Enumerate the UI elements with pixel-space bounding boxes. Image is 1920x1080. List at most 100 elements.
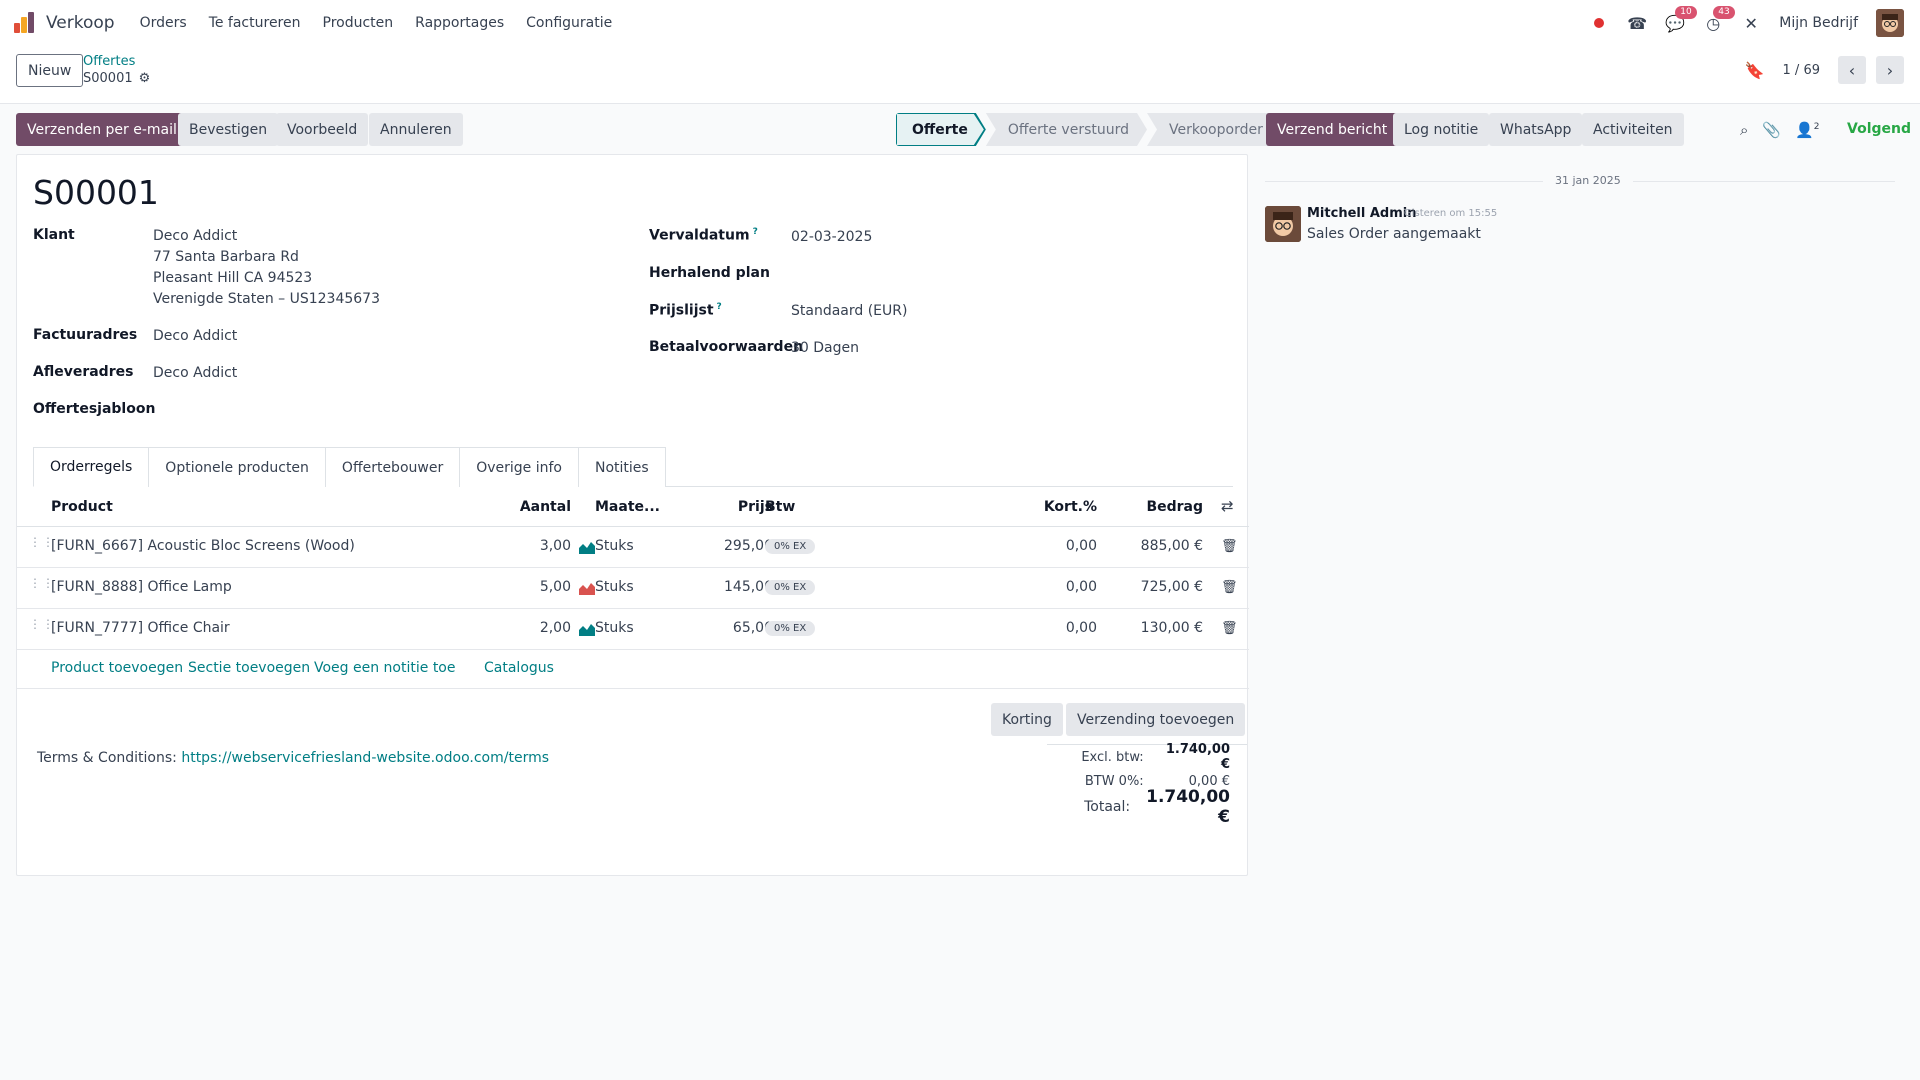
tab-order-lines[interactable]: Orderregels xyxy=(33,447,150,487)
breadcrumb-parent[interactable]: Offertes xyxy=(83,54,135,69)
optional-columns-icon[interactable]: ⇄ xyxy=(1221,497,1234,515)
add-section-link[interactable]: Sectie toevoegen xyxy=(188,660,310,676)
col-quantity[interactable]: Aantal xyxy=(511,499,571,515)
cancel-button[interactable]: Annuleren xyxy=(369,113,463,146)
line-discount[interactable]: 0,00 xyxy=(1017,579,1097,595)
followers-icon[interactable]: 👤2 xyxy=(1795,121,1819,139)
col-product[interactable]: Product xyxy=(51,499,113,515)
activities-button[interactable]: Activiteiten xyxy=(1582,113,1684,146)
paperclip-icon[interactable]: 📎 xyxy=(1762,121,1781,139)
col-tax[interactable]: Btw xyxy=(765,499,795,515)
col-discount[interactable]: Kort.% xyxy=(1017,499,1097,515)
chevron-left-icon: ‹ xyxy=(1848,60,1856,80)
line-tax-badge[interactable]: 0% EX xyxy=(765,580,816,595)
menu-configuration[interactable]: Configuratie xyxy=(526,15,612,31)
app-logo-icon[interactable] xyxy=(14,11,38,35)
whatsapp-button[interactable]: WhatsApp xyxy=(1489,113,1583,146)
status-bar: Offerte Offerte verstuurd Verkooporder xyxy=(896,113,1285,146)
tab-quote-builder[interactable]: Offertebouwer xyxy=(324,447,461,487)
invoice-address-field[interactable]: Deco Addict xyxy=(153,328,237,344)
table-row[interactable]: ⋮⋮ [FURN_7777] Office Chair 2,00 Stuks 65,00… xyxy=(17,609,1249,650)
forecast-chart-icon[interactable] xyxy=(579,540,595,558)
add-note-link[interactable]: Voeg een notitie toe xyxy=(314,660,455,676)
add-product-link[interactable]: Product toevoegen xyxy=(51,660,183,676)
line-uom[interactable]: Stuks xyxy=(595,620,634,636)
log-note-button[interactable]: Log notitie xyxy=(1393,113,1490,146)
col-uom[interactable]: Maate... xyxy=(595,499,660,515)
confirm-button[interactable]: Bevestigen xyxy=(178,113,279,146)
activity-clock-icon[interactable]: ◷ 43 xyxy=(1703,6,1735,33)
col-amount[interactable]: Bedrag xyxy=(1107,499,1203,515)
line-tax-badge[interactable]: 0% EX xyxy=(765,621,816,636)
preview-button[interactable]: Voorbeeld xyxy=(276,113,369,146)
delivery-address-label: Afleveradres xyxy=(33,364,134,380)
drag-handle-icon[interactable]: ⋮⋮ xyxy=(29,536,54,554)
tab-optional-products[interactable]: Optionele producten xyxy=(148,447,326,487)
catalog-link[interactable]: Catalogus xyxy=(484,660,554,676)
expiry-field[interactable]: 02-03-2025 xyxy=(791,229,872,245)
pricelist-field[interactable]: Standaard (EUR) xyxy=(791,303,907,319)
add-shipping-button[interactable]: Verzending toevoegen xyxy=(1066,703,1246,736)
order-name: S00001 xyxy=(33,173,159,212)
table-row[interactable]: ⋮⋮ [FURN_8888] Office Lamp 5,00 Stuks 145,00… xyxy=(17,568,1249,609)
line-quantity[interactable]: 3,00 xyxy=(511,538,571,554)
chat-icon[interactable]: 💬 10 xyxy=(1665,6,1697,33)
line-uom[interactable]: Stuks xyxy=(595,538,634,554)
table-row[interactable]: ⋮⋮ [FURN_6667] Acoustic Bloc Screens (Woo… xyxy=(17,527,1249,568)
message-author-avatar[interactable] xyxy=(1265,206,1301,242)
new-button[interactable]: Nieuw xyxy=(16,54,84,87)
trash-icon[interactable]: 🗑 xyxy=(1221,539,1238,554)
tab-other-info[interactable]: Overige info xyxy=(459,447,579,487)
help-icon[interactable]: ? xyxy=(717,302,722,312)
gear-icon[interactable]: ⚙ xyxy=(139,71,151,86)
line-quantity[interactable]: 5,00 xyxy=(511,579,571,595)
user-avatar[interactable] xyxy=(1876,9,1904,37)
help-icon[interactable]: ? xyxy=(753,227,758,237)
pager-value[interactable]: 1 / 69 xyxy=(1783,63,1820,78)
line-product[interactable]: [FURN_6667] Acoustic Bloc Screens (Wood) xyxy=(51,538,355,554)
tools-icon[interactable]: ✕ xyxy=(1741,13,1761,33)
line-price[interactable]: 65,00 xyxy=(697,620,773,636)
menu-products[interactable]: Producten xyxy=(323,15,394,31)
tab-notes[interactable]: Notities xyxy=(577,447,666,487)
delivery-address-field[interactable]: Deco Addict xyxy=(153,365,237,381)
terms-link[interactable]: https://webservicefriesland-website.odoo… xyxy=(181,750,549,766)
customer-name[interactable]: Deco Addict xyxy=(153,228,237,244)
search-icon[interactable]: ⌕ xyxy=(1740,121,1748,139)
phone-icon[interactable]: ☎ xyxy=(1627,13,1647,33)
line-discount[interactable]: 0,00 xyxy=(1017,620,1097,636)
line-product[interactable]: [FURN_7777] Office Chair xyxy=(51,620,230,636)
follow-button[interactable]: Volgend xyxy=(1847,121,1911,137)
bookmark-icon[interactable]: 🔖 xyxy=(1745,61,1765,80)
forecast-chart-icon[interactable] xyxy=(579,622,595,640)
line-uom[interactable]: Stuks xyxy=(595,579,634,595)
trash-icon[interactable]: 🗑 xyxy=(1221,621,1238,636)
line-discount[interactable]: 0,00 xyxy=(1017,538,1097,554)
pager-next-button[interactable]: › xyxy=(1876,56,1904,84)
payment-terms-field[interactable]: 30 Dagen xyxy=(791,340,859,356)
drag-handle-icon[interactable]: ⋮⋮ xyxy=(29,618,54,636)
forecast-chart-icon[interactable] xyxy=(579,581,595,599)
pager-previous-button[interactable]: ‹ xyxy=(1838,56,1866,84)
stage-sales-order[interactable]: Verkooporder xyxy=(1147,113,1285,146)
line-price[interactable]: 295,00 xyxy=(697,538,773,554)
trash-icon[interactable]: 🗑 xyxy=(1221,580,1238,595)
line-product[interactable]: [FURN_8888] Office Lamp xyxy=(51,579,232,595)
app-name[interactable]: Verkoop xyxy=(46,13,115,33)
line-price[interactable]: 145,00 xyxy=(697,579,773,595)
line-tax-badge[interactable]: 0% EX xyxy=(765,539,816,554)
menu-orders[interactable]: Orders xyxy=(140,15,187,31)
stage-quotation-sent[interactable]: Offerte verstuurd xyxy=(986,113,1147,146)
drag-handle-icon[interactable]: ⋮⋮ xyxy=(29,577,54,595)
col-price[interactable]: Prijs xyxy=(697,499,773,515)
menu-reports[interactable]: Rapportages xyxy=(415,15,504,31)
menu-to-invoice[interactable]: Te factureren xyxy=(209,15,301,31)
send-message-button[interactable]: Verzend bericht xyxy=(1266,113,1399,146)
stage-quotation[interactable]: Offerte xyxy=(896,113,986,146)
line-quantity[interactable]: 2,00 xyxy=(511,620,571,636)
discount-button[interactable]: Korting xyxy=(991,703,1063,736)
message-author[interactable]: Mitchell Admin xyxy=(1307,206,1416,221)
record-dot-icon[interactable] xyxy=(1589,13,1609,33)
company-switcher[interactable]: Mijn Bedrijf xyxy=(1779,15,1858,31)
send-email-button[interactable]: Verzenden per e-mail xyxy=(16,113,188,146)
